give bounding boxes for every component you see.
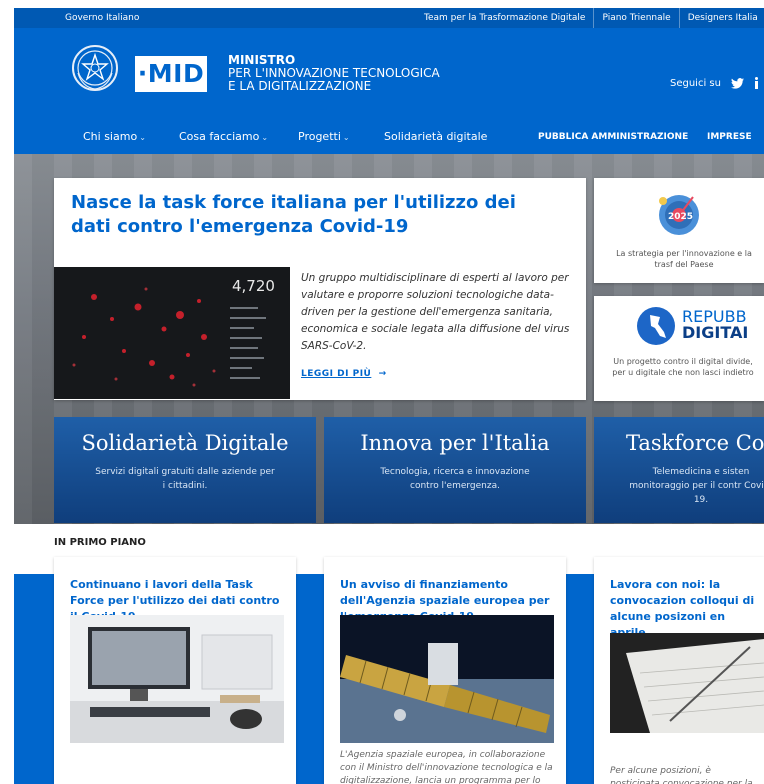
nav-solidarieta[interactable]: Solidarietà digitale	[384, 130, 487, 143]
mid-logo[interactable]: ·MID	[135, 56, 207, 92]
promo-innova-per-italia[interactable]: Innova per l'Italia Tecnologia, ricerca …	[324, 417, 586, 523]
satellite-illustration	[340, 615, 554, 743]
news-card-image	[340, 615, 554, 743]
nav-progetti[interactable]: Progetti ⌄	[298, 130, 350, 143]
promo-innova-title: Innova per l'Italia	[360, 431, 550, 455]
nav-chi-siamo[interactable]: Chi siamo ⌄	[83, 130, 146, 143]
repubblica-digitale-logo: REPUBB DIGITAI	[594, 296, 764, 352]
nav-imprese[interactable]: IMPRESE	[707, 132, 752, 142]
social-label: Seguici su	[670, 77, 721, 89]
repubblica-digitale-text: Un progetto contro il digital divide, pe…	[612, 357, 754, 377]
promo-taskforce-title: Taskforce Cov	[626, 431, 764, 455]
promo-solidarieta-title: Solidarietà Digitale	[81, 431, 289, 455]
featured-story-card[interactable]: Nasce la task force italiana per l'utili…	[54, 178, 586, 400]
promo-solidarieta-text: Servizi digitali gratuiti dalle aziende …	[95, 467, 275, 491]
featured-story-title[interactable]: Nasce la task force italiana per l'utili…	[71, 191, 551, 239]
news-card[interactable]: Continuano i lavori della Task Force per…	[54, 557, 296, 784]
twitter-icon[interactable]	[730, 77, 744, 89]
top-link-designers[interactable]: Designers Italia	[678, 8, 764, 28]
social-links: Seguici su	[670, 77, 760, 89]
italy-map-icon	[637, 307, 675, 345]
arrow-right-icon: →	[375, 369, 387, 379]
site-title[interactable]: MINISTRO PER L'INNOVAZIONE TECNOLOGICA E…	[228, 54, 440, 93]
news-card[interactable]: Lavora con noi: la convocazion colloqui …	[594, 557, 764, 784]
top-links: Team per la Trasformazione Digitale Pian…	[416, 8, 764, 28]
read-more-label: LEGGI DI PIÙ	[301, 369, 372, 379]
nav-pubblica-amministrazione[interactable]: PUBBLICA AMMINISTRAZIONE	[538, 132, 688, 142]
site-header: ·MID MINISTRO PER L'INNOVAZIONE TECNOLOG…	[14, 28, 764, 130]
featured-story-image: 4,720	[54, 267, 290, 399]
strategy-2025-card[interactable]: 2025 La strategia per l'innovazione e la…	[594, 178, 764, 283]
digitale-wordmark: DIGITAI	[682, 323, 749, 342]
read-more-link[interactable]: LEGGI DI PIÙ →	[301, 369, 387, 379]
chevron-down-icon: ⌄	[342, 133, 350, 142]
top-bar: Governo Italiano Team per la Trasformazi…	[14, 8, 764, 28]
data-screen-graphic: 4,720	[54, 267, 290, 399]
section-heading: IN PRIMO PIANO	[54, 537, 146, 548]
news-card-title[interactable]: Lavora con noi: la convocazion colloqui …	[610, 577, 760, 641]
promo-taskforce-text: Telemedicina e sisten monitoraggio per i…	[629, 467, 764, 505]
top-link-piano[interactable]: Piano Triennale	[593, 8, 678, 28]
top-link-team[interactable]: Team per la Trasformazione Digitale	[416, 8, 593, 28]
chevron-down-icon: ⌄	[261, 133, 269, 142]
main-nav: Chi siamo ⌄ Cosa facciamo ⌄ Progetti ⌄ Soli…	[14, 130, 764, 154]
nav-chi-siamo-label: Chi siamo	[83, 130, 138, 143]
strategy-2025-badge: 2025	[668, 212, 693, 222]
news-card-excerpt: Per alcune posizioni, è posticipata conv…	[610, 766, 753, 784]
promo-solidarieta-digitale[interactable]: Solidarietà Digitale Servizi digitali gr…	[54, 417, 316, 523]
chevron-down-icon: ⌄	[139, 133, 146, 142]
news-card-image	[610, 633, 764, 733]
nav-cosa-facciamo[interactable]: Cosa facciamo ⌄	[179, 130, 268, 143]
strategy-2025-illustration: 2025	[659, 195, 699, 235]
page: Governo Italiano Team per la Trasformazi…	[14, 8, 764, 784]
nav-progetti-label: Progetti	[298, 130, 341, 143]
featured-story-description: Un gruppo multidisciplinare di esperti a…	[301, 272, 570, 352]
gov-link[interactable]: Governo Italiano	[65, 13, 139, 23]
image-counter: 4,720	[232, 277, 275, 295]
promo-taskforce-covid[interactable]: Taskforce Cov Telemedicina e sisten moni…	[594, 417, 764, 523]
news-card-image	[70, 615, 284, 743]
promo-innova-text: Tecnologia, ricerca e innovazione contro…	[380, 467, 530, 491]
desk-illustration	[70, 615, 284, 743]
news-card[interactable]: Un avviso di finanziamento dell'Agenzia …	[324, 557, 566, 784]
linkedin-icon[interactable]	[754, 77, 760, 89]
repubblica-digitale-card[interactable]: REPUBB DIGITAI Un progetto contro il dig…	[594, 296, 764, 401]
strategy-2025-text: La strategia per l'innovazione e la tras…	[616, 249, 752, 269]
site-title-line3: E LA DIGITALIZZAZIONE	[228, 79, 372, 93]
nav-cosa-facciamo-label: Cosa facciamo	[179, 130, 260, 143]
notebook-illustration	[610, 633, 764, 733]
news-card-excerpt: L'Agenzia spaziale europea, in collabora…	[340, 750, 553, 784]
republic-emblem-icon	[72, 45, 118, 91]
